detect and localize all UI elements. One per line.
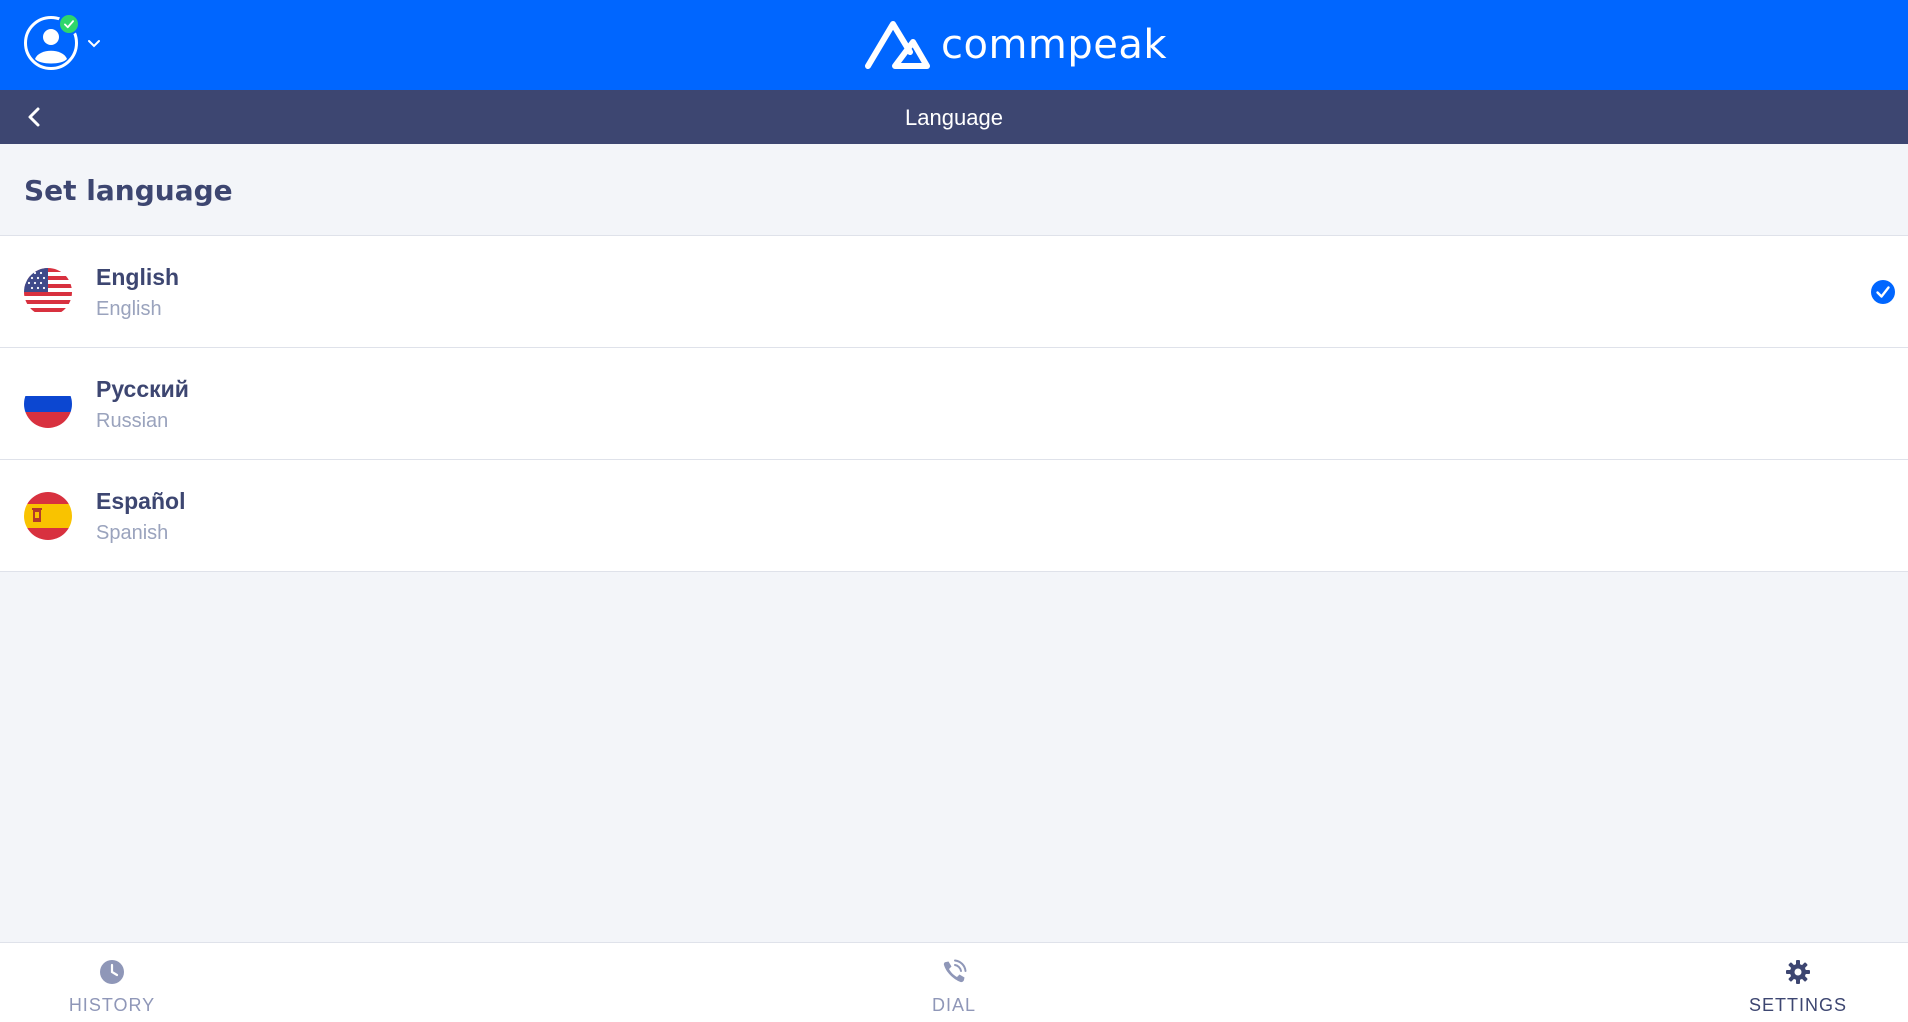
ru-flag-icon (24, 380, 72, 428)
language-item-english[interactable]: English English (0, 236, 1908, 348)
phone-icon (943, 959, 967, 983)
language-item-spanish[interactable]: Español Spanish (0, 460, 1908, 572)
nav-history[interactable]: HISTORY (62, 943, 162, 1022)
chevron-down-icon[interactable] (86, 36, 102, 52)
nav-dial[interactable]: DIAL (904, 943, 1004, 1022)
language-name: Русский (96, 376, 189, 402)
clock-icon (100, 960, 124, 984)
language-subtitle: Russian (96, 410, 169, 432)
gear-icon (1786, 960, 1810, 984)
language-name: Español (96, 488, 186, 514)
bottom-navigation: HISTORY DIAL SETTINGS (0, 942, 1908, 1022)
language-subtitle: English (96, 298, 162, 320)
selected-check-icon (1871, 280, 1895, 304)
nav-settings[interactable]: SETTINGS (1740, 943, 1856, 1022)
brand-logo-text: commpeak (941, 22, 1168, 68)
sub-header: Language (0, 90, 1908, 144)
language-list: English English Русский Russian Español … (0, 236, 1908, 572)
nav-label: HISTORY (68, 995, 156, 1015)
nav-label: DIAL (931, 995, 977, 1015)
top-bar: commpeak (0, 0, 1908, 90)
language-name: English (96, 264, 180, 290)
us-flag-icon (24, 268, 72, 316)
language-subtitle: Spanish (96, 522, 169, 544)
online-status-icon (58, 13, 80, 35)
es-flag-icon (24, 492, 72, 540)
language-item-russian[interactable]: Русский Russian (0, 348, 1908, 460)
nav-label: SETTINGS (1748, 995, 1847, 1015)
page-title: Language (905, 105, 1003, 130)
section-header: Set language (0, 144, 1908, 236)
section-title: Set language (24, 174, 233, 207)
